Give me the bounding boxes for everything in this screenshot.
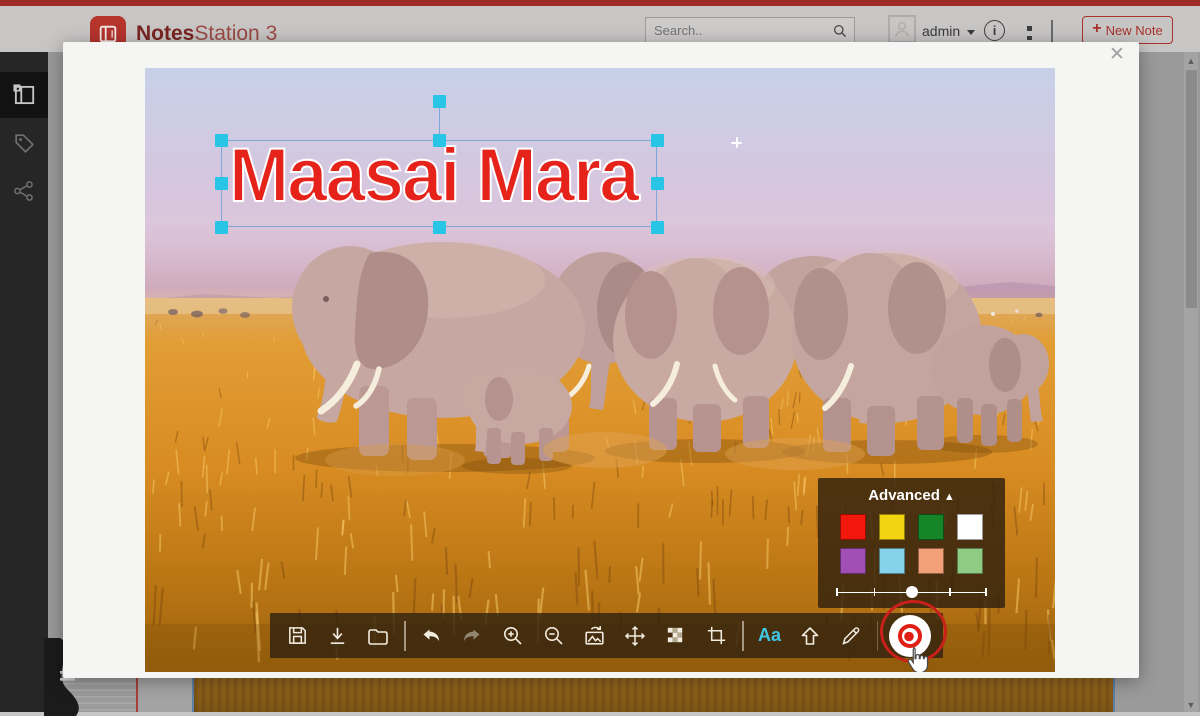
resize-handle-bottom-left[interactable] [215,221,228,234]
advanced-panel: Advanced ▲ [818,478,1005,608]
redo-button[interactable] [457,618,487,654]
reset-image-button[interactable] [579,618,609,654]
dimmed-note-image [194,678,1113,712]
share-icon [12,179,36,203]
username-label: admin [922,23,960,39]
new-note-label: New Note [1106,23,1163,38]
pixelate-icon [664,624,687,647]
scroll-up-arrow[interactable]: ▲ [1186,56,1196,66]
toolbar-divider [742,621,744,651]
color-swatch-4[interactable] [840,548,866,574]
undo-button[interactable] [416,618,446,654]
slider-tick [985,588,987,596]
rotation-handle[interactable] [433,95,446,108]
pixelate-button[interactable] [661,618,691,654]
search-input[interactable] [652,22,832,39]
advanced-label: Advanced [868,487,940,504]
resize-handle-top-right[interactable] [651,134,664,147]
slider-tick [874,588,876,596]
resize-handle-top-center[interactable] [433,134,446,147]
record-button[interactable] [889,615,931,657]
slider-thumb[interactable] [906,586,918,598]
crop-button[interactable] [702,618,732,654]
toolbar-divider [404,621,406,651]
text-tool-button[interactable]: Aa [755,618,785,654]
user-avatar[interactable] [888,15,916,43]
resize-handle-bottom-right[interactable] [651,221,664,234]
resize-handle-top-left[interactable] [215,134,228,147]
dimmed-image-selection-border [1113,678,1115,712]
color-swatch-5[interactable] [879,548,905,574]
redo-icon [460,624,484,648]
app-root: NotesStation 3 admin i + New Note [0,0,1200,716]
collapse-arrow-icon: ▲ [944,491,955,503]
color-swatch-0[interactable] [840,514,866,540]
notebook-icon [11,82,37,108]
left-sidebar [0,52,48,716]
record-target-icon [895,621,925,651]
slider-tick [836,588,838,596]
search-icon[interactable] [832,22,848,40]
color-swatch-7[interactable] [957,548,983,574]
undo-icon [419,624,443,648]
info-button[interactable]: i [984,20,1005,41]
editor-canvas: Maasai Mara Advanced▲ [145,68,1055,672]
move-icon [623,624,647,648]
toolbar-divider [877,621,879,651]
zoom-out-button[interactable] [539,618,569,654]
color-swatch-grid [818,514,1005,574]
person-icon [892,19,912,39]
sidebar-item-share[interactable] [0,168,48,214]
resize-handle-mid-right[interactable] [651,177,664,190]
new-note-button[interactable]: + New Note [1082,16,1173,44]
download-button[interactable] [323,618,353,654]
save-button[interactable] [282,618,312,654]
sidebar-item-notes[interactable] [0,72,48,118]
slider-tick [949,588,951,596]
text-selection-box [221,140,657,227]
crop-icon [705,624,728,647]
user-menu[interactable]: admin [922,23,975,39]
close-icon[interactable]: ✕ [1105,43,1129,67]
plus-icon: + [1092,20,1101,38]
resize-handle-mid-left[interactable] [215,177,228,190]
move-button[interactable] [620,618,650,654]
open-folder-button[interactable] [363,618,393,654]
tag-icon [12,131,37,156]
sidebar-item-tags[interactable] [0,120,48,166]
image-editor-modal: ✕ [63,42,1139,678]
scrollbar-thumb[interactable] [1186,70,1197,308]
draw-tool-button[interactable] [836,618,866,654]
search-box [645,17,855,44]
color-swatch-6[interactable] [918,548,944,574]
zoom-out-icon [542,624,566,648]
color-swatch-2[interactable] [918,514,944,540]
editor-toolbar: Aa [270,613,943,658]
arrow-up-icon [798,624,822,648]
folder-icon [366,624,390,648]
dimmed-page-margin [138,678,192,712]
header-divider [1051,20,1053,42]
chevron-down-icon [967,30,975,35]
size-slider[interactable] [836,585,987,599]
image-rotate-icon [582,623,607,648]
scroll-down-arrow[interactable]: ▼ [1186,700,1196,710]
zoom-in-button[interactable] [498,618,528,654]
color-swatch-1[interactable] [879,514,905,540]
shape-tool-button[interactable] [795,618,825,654]
color-swatch-3[interactable] [957,514,983,540]
save-icon [286,624,309,647]
download-icon [326,624,349,647]
text-tool-label: Aa [758,625,781,646]
zoom-in-icon [501,624,525,648]
advanced-panel-toggle[interactable]: Advanced ▲ [818,487,1005,504]
pencil-icon [839,624,863,648]
lens-flare-sparkle [731,137,742,148]
page-bottom-edge [0,712,1200,716]
resize-handle-bottom-center[interactable] [433,221,446,234]
